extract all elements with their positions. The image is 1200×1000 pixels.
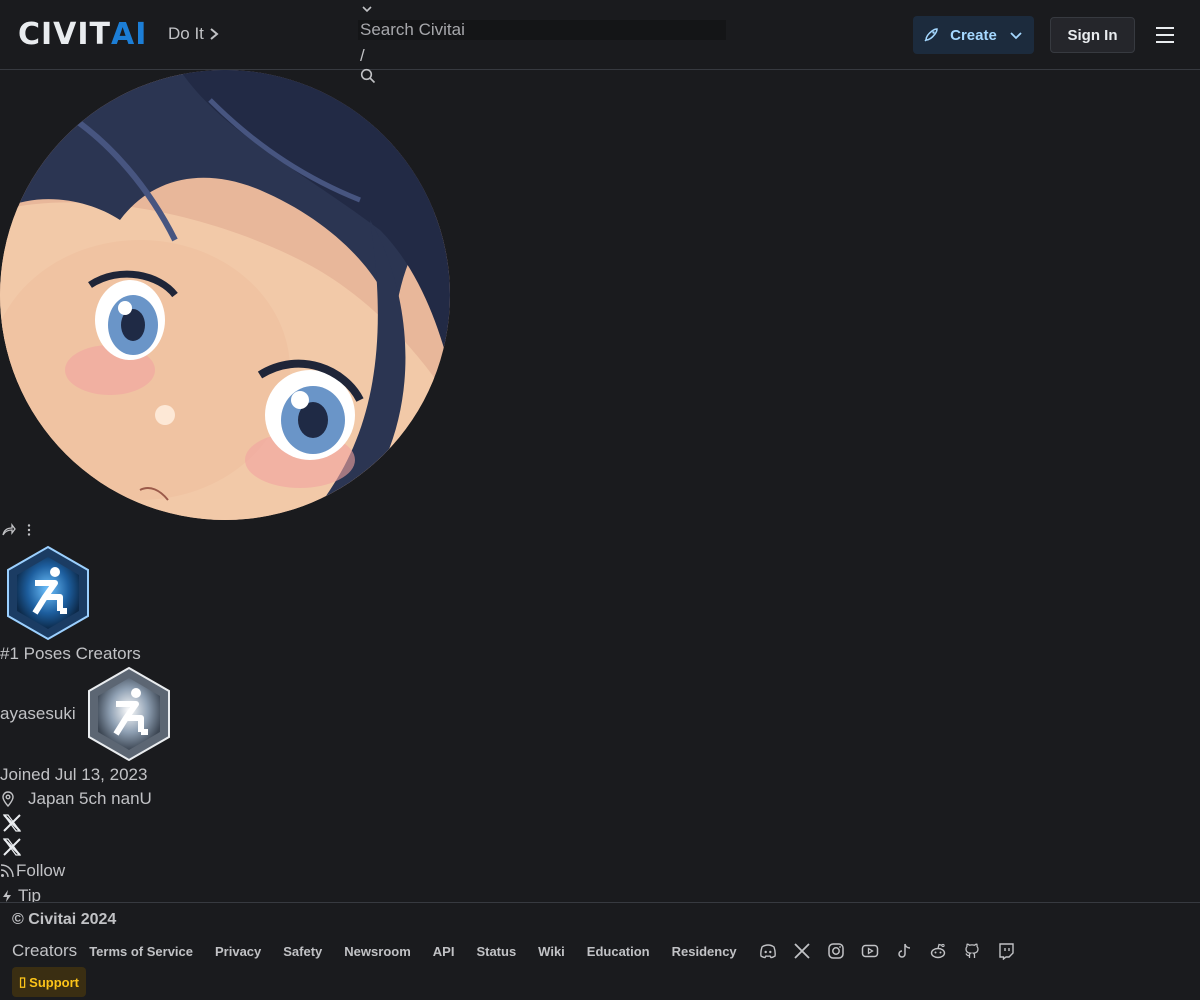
social-links [759, 942, 1015, 960]
search-shortcut-hint: / [360, 46, 365, 65]
copyright: © Civitai 2024 [12, 911, 117, 928]
footer-link-api[interactable]: API [433, 944, 455, 959]
discord-icon[interactable] [759, 942, 777, 960]
joined-date: Joined Jul 13, 2023 [0, 765, 148, 784]
civitai-logo[interactable]: CIVIT AI [18, 20, 147, 50]
create-button[interactable]: Create [913, 16, 1034, 54]
profile-actions [2, 523, 36, 537]
footer-link-terms[interactable]: Terms of Service [89, 944, 193, 959]
footer-link-status[interactable]: Status [476, 944, 516, 959]
top-header: CIVITAI Do It / Create Sign In [0, 0, 1200, 84]
footer-link-privacy[interactable]: Privacy [215, 944, 261, 959]
support-label: Support [29, 974, 79, 990]
youtube-icon[interactable] [861, 942, 879, 960]
chevron-down-icon[interactable] [360, 2, 374, 16]
x-icon[interactable] [2, 837, 22, 857]
footer-link-education[interactable]: Education [587, 944, 650, 959]
creator-badge-icon [88, 666, 170, 762]
map-pin-icon [2, 791, 14, 807]
search-area: / [358, 0, 728, 90]
reddit-icon[interactable] [929, 942, 947, 960]
sign-in-button[interactable]: Sign In [1050, 17, 1135, 53]
location-text: Japan 5ch nanU [28, 789, 152, 808]
rank-label: #1 Poses Creators [0, 644, 141, 663]
search-input[interactable] [358, 20, 726, 40]
search-icon[interactable] [360, 68, 376, 84]
tagline-text: Do It [168, 24, 204, 43]
rank-badge-icon [7, 545, 89, 641]
username: ayasesuki [0, 704, 76, 723]
logo-text-main: CIVIT [18, 17, 112, 52]
footer-link-wiki[interactable]: Wiki [538, 944, 565, 959]
avatar-illustration [0, 70, 450, 520]
create-button-label: Create [950, 26, 997, 44]
tiktok-icon[interactable] [895, 942, 913, 960]
twitch-icon[interactable] [997, 942, 1015, 960]
more-options-icon[interactable] [22, 523, 36, 537]
support-button[interactable]: ▯ Support [12, 967, 86, 997]
rss-icon [0, 864, 14, 878]
tagline-link[interactable]: Do It [168, 24, 220, 44]
chevron-down-icon [1010, 32, 1022, 40]
chevron-right-icon [210, 28, 219, 40]
footer-link-safety[interactable]: Safety [283, 944, 322, 959]
x-icon[interactable] [793, 942, 811, 960]
footer: © Civitai 2024 Creators Terms of Service… [0, 902, 1200, 1000]
rocket-icon [924, 28, 938, 42]
github-icon[interactable] [963, 942, 981, 960]
profile-avatar [0, 70, 450, 520]
follow-label: Follow [16, 861, 66, 880]
bolt-icon [3, 890, 11, 902]
support-icon: ▯ [19, 974, 27, 989]
share-icon[interactable] [2, 523, 16, 537]
logo-text-accent: AI [111, 17, 148, 52]
footer-link-residency[interactable]: Residency [672, 944, 737, 959]
location: Japan 5ch nanU [0, 789, 152, 809]
hamburger-menu-icon[interactable] [1153, 24, 1177, 46]
follow-button[interactable]: Follow [0, 861, 65, 881]
footer-link-newsroom[interactable]: Newsroom [344, 944, 410, 959]
instagram-icon[interactable] [827, 942, 845, 960]
footer-links: Creators Terms of Service Privacy Safety… [12, 941, 1015, 961]
footer-link-creators[interactable]: Creators [12, 941, 77, 961]
x-icon[interactable] [2, 813, 22, 833]
